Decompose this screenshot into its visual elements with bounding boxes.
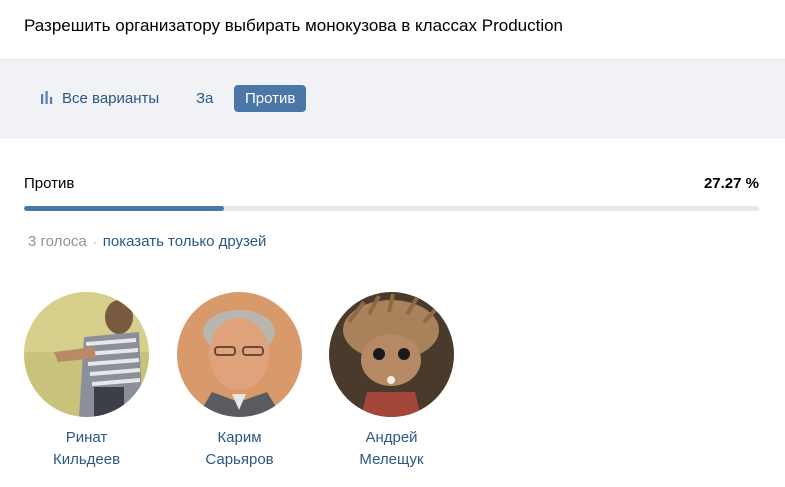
answer-label: Против bbox=[24, 175, 75, 192]
answer-progress-fill bbox=[24, 206, 225, 211]
votes-info: 3 голоса · показать только друзей bbox=[28, 233, 266, 250]
poll-header: Разрешить организатору выбирать монокузо… bbox=[0, 0, 785, 60]
voter-card[interactable]: Андрей Мелещук bbox=[329, 292, 454, 471]
avatar[interactable] bbox=[329, 292, 454, 417]
voter-name[interactable]: Ринат Кильдеев bbox=[24, 427, 149, 471]
tab-for[interactable]: За bbox=[196, 85, 213, 112]
poll-title: Разрешить организатору выбирать монокузо… bbox=[24, 16, 564, 35]
voter-name[interactable]: Карим Сарьяров bbox=[177, 427, 302, 471]
avatar[interactable] bbox=[177, 292, 302, 417]
avatar[interactable] bbox=[24, 292, 149, 417]
bar-chart-icon bbox=[40, 86, 54, 104]
answer-percent: 27.27 % bbox=[703, 175, 759, 192]
voter-name[interactable]: Андрей Мелещук bbox=[329, 427, 454, 471]
voter-card[interactable]: Ринат Кильдеев bbox=[24, 292, 149, 471]
tabs-bar: Все варианты За Против bbox=[0, 60, 785, 138]
tab-all-options-label: Все варианты bbox=[62, 90, 160, 107]
votes-count: 3 голоса bbox=[28, 233, 87, 250]
tab-all-options[interactable]: Все варианты bbox=[40, 85, 159, 112]
dot-separator: · bbox=[92, 235, 97, 249]
show-friends-only-link[interactable]: показать только друзей bbox=[103, 233, 267, 250]
tab-against[interactable]: Против bbox=[234, 85, 307, 112]
voter-card[interactable]: Карим Сарьяров bbox=[177, 292, 302, 471]
answer-progress-track bbox=[24, 206, 759, 211]
